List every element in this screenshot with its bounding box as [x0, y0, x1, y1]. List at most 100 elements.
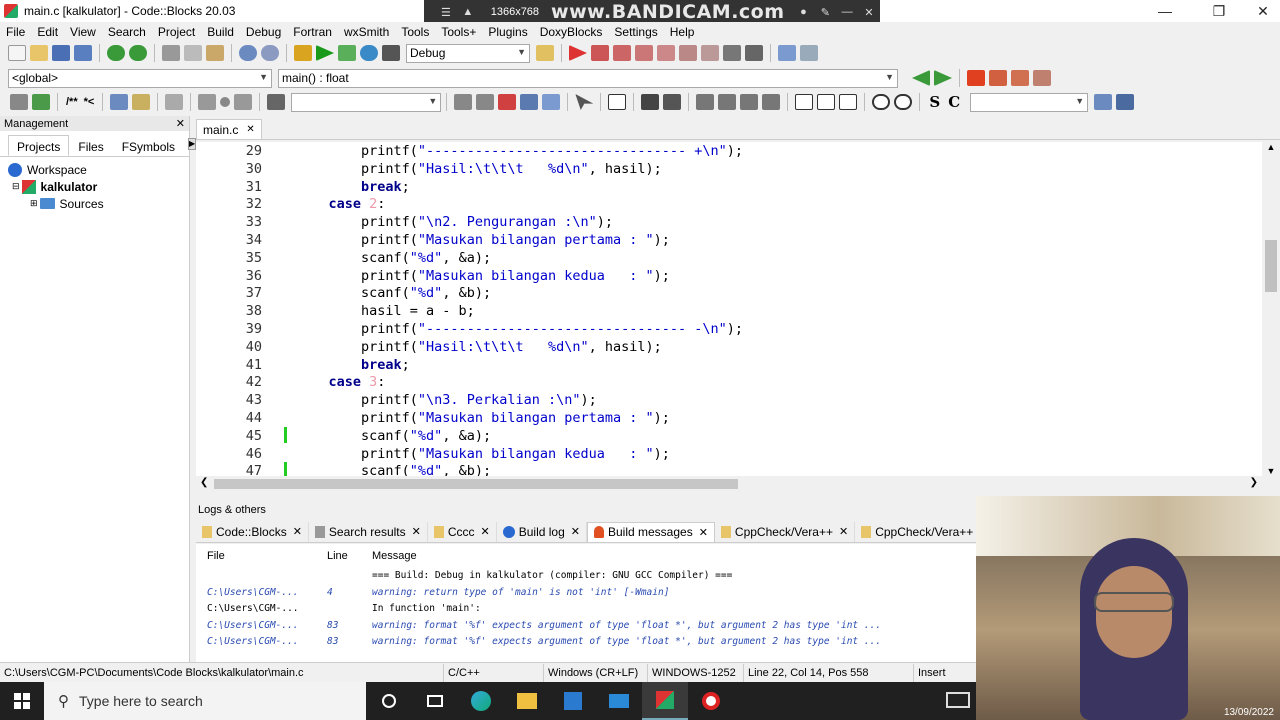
menu-settings[interactable]: Settings — [608, 25, 663, 39]
code-line[interactable]: 38 hasil = a - b; — [196, 302, 1256, 320]
menu-build[interactable]: Build — [201, 25, 240, 39]
panel-icon[interactable] — [641, 94, 660, 110]
vertical-scroll-thumb[interactable] — [1265, 240, 1277, 292]
box-1-icon[interactable] — [795, 94, 814, 110]
close-icon[interactable]: ✕ — [861, 6, 877, 19]
find-icon[interactable] — [239, 45, 257, 61]
symbol-select[interactable]: ▼ — [970, 92, 1089, 112]
menu-view[interactable]: View — [64, 25, 102, 39]
code-line[interactable]: 43 printf("\n3. Perkalian :\n"); — [196, 391, 1256, 409]
toggle-bookmark-icon[interactable] — [967, 70, 985, 86]
pencil-icon[interactable]: ✎ — [817, 6, 833, 19]
tab-scroll-right-icon[interactable]: ▶ — [188, 138, 197, 150]
jump-forward-icon[interactable] — [934, 70, 952, 86]
prev-bookmark-icon[interactable] — [989, 70, 1007, 86]
various-info-icon[interactable] — [800, 45, 818, 61]
scope-select[interactable]: <global> ▼ — [8, 68, 272, 88]
menu-doxyblocks[interactable]: DoxyBlocks — [534, 25, 609, 39]
chm-docs-icon[interactable] — [132, 94, 151, 110]
step-out-icon[interactable] — [657, 45, 675, 61]
tab-build-log[interactable]: Build log ✕ — [497, 521, 587, 542]
block-comment-icon[interactable]: /** — [66, 96, 78, 108]
tree-workspace[interactable]: Workspace — [8, 161, 189, 178]
close-icon[interactable]: ✕ — [481, 525, 490, 538]
next-line-icon[interactable] — [613, 45, 631, 61]
layout-2-icon[interactable] — [718, 94, 737, 110]
code-line[interactable]: 33 printf("\n2. Pengurangan :\n"); — [196, 213, 1256, 231]
tab-cccc[interactable]: Cccc ✕ — [428, 521, 497, 542]
symbol-search-icon[interactable] — [1094, 94, 1113, 110]
back-icon[interactable] — [454, 94, 473, 110]
code-line[interactable]: 32 case 2: — [196, 195, 1256, 213]
menu-tools-plus[interactable]: Tools+ — [435, 25, 482, 39]
minimize-icon[interactable]: — — [839, 6, 855, 18]
tab-build-messages[interactable]: Build messages ✕ — [586, 521, 715, 542]
dot-icon[interactable] — [220, 97, 231, 107]
tab-main-c[interactable]: main.c ✕ — [196, 119, 262, 139]
code-line[interactable]: 45 scanf("%d", &a); — [196, 427, 1256, 445]
box-2-icon[interactable] — [817, 94, 836, 110]
doxywizard-icon[interactable] — [10, 94, 28, 110]
code-line[interactable]: 35 scanf("%d", &a); — [196, 249, 1256, 267]
column-line[interactable]: Line — [327, 548, 348, 564]
keyboard-icon[interactable] — [946, 692, 970, 708]
scroll-left-icon[interactable]: ❮ — [200, 477, 208, 488]
record-icon[interactable] — [267, 94, 286, 110]
zoom-in-icon[interactable] — [872, 94, 891, 110]
debug-continue-icon[interactable] — [569, 45, 587, 61]
macro-select[interactable]: ▼ — [291, 92, 442, 112]
frame-icon[interactable] — [608, 94, 627, 110]
menu-file[interactable]: File — [0, 25, 31, 39]
code-editor[interactable]: 29 printf("-----------------------------… — [196, 142, 1280, 476]
bandicam-taskbar-button[interactable] — [688, 682, 734, 720]
minimize-button[interactable]: — — [1142, 0, 1188, 22]
step-into-instruction-icon[interactable] — [701, 45, 719, 61]
next-icon[interactable] — [234, 94, 253, 110]
close-icon[interactable]: ✕ — [412, 525, 421, 538]
wrench-icon[interactable] — [165, 94, 184, 110]
run-icon[interactable] — [316, 45, 334, 61]
tree-project[interactable]: ⊟ kalkulator — [8, 178, 189, 195]
prev-icon[interactable] — [198, 94, 217, 110]
menu-edit[interactable]: Edit — [31, 25, 64, 39]
mail-button[interactable] — [596, 682, 642, 720]
select-icon[interactable] — [575, 94, 594, 110]
maximize-button[interactable]: ❐ — [1196, 0, 1242, 22]
build-target-select[interactable]: Debug ▼ — [406, 43, 530, 63]
code-line[interactable]: 47 scanf("%d", &b); — [196, 462, 1256, 476]
paste-icon[interactable] — [206, 45, 224, 61]
tab-cppcheck-2[interactable]: CppCheck/Vera++ — [855, 521, 981, 542]
scroll-up-icon[interactable]: ▲ — [1262, 142, 1280, 152]
close-icon[interactable]: ✕ — [699, 526, 708, 539]
menu-wxsmith[interactable]: wxSmith — [338, 25, 395, 39]
replace-icon[interactable] — [261, 45, 279, 61]
cut-icon[interactable] — [162, 45, 180, 61]
show-target-dialog-icon[interactable] — [536, 45, 554, 61]
new-file-icon[interactable] — [8, 45, 26, 61]
abort-icon[interactable] — [382, 45, 400, 61]
redo-icon[interactable] — [129, 45, 147, 61]
next-bookmark-icon[interactable] — [1011, 70, 1029, 86]
task-view-button[interactable] — [412, 682, 458, 720]
editor-horizontal-scrollbar[interactable]: ❮ ❯ — [196, 476, 1262, 492]
tab-search-results[interactable]: Search results ✕ — [309, 521, 428, 542]
code-line[interactable]: 30 printf("Hasil:\t\t\t %d\n", hasil); — [196, 160, 1256, 178]
open-file-icon[interactable] — [30, 45, 48, 61]
horizontal-scroll-thumb[interactable] — [214, 479, 738, 489]
menu-tools[interactable]: Tools — [395, 25, 435, 39]
log-row[interactable]: C:\Users\CGM-... 83 warning: format '%f' e… — [196, 634, 976, 650]
tab-codeblocks-log[interactable]: Code::Blocks ✕ — [196, 521, 309, 542]
store-button[interactable] — [550, 682, 596, 720]
s-icon[interactable]: S — [929, 93, 940, 111]
menu-search[interactable]: Search — [102, 25, 152, 39]
close-icon[interactable]: ✕ — [293, 525, 302, 538]
code-line[interactable]: 41 break; — [196, 356, 1256, 374]
camera-icon[interactable]: ● — [796, 6, 812, 18]
save-all-icon[interactable] — [74, 45, 92, 61]
cortana-button[interactable] — [366, 682, 412, 720]
start-button[interactable] — [0, 682, 44, 720]
taskbar-search-box[interactable]: ⚲ Type here to search — [44, 682, 366, 720]
debug-windows-icon[interactable] — [778, 45, 796, 61]
expand-icon[interactable]: ⊞ — [30, 198, 38, 209]
rebuild-icon[interactable] — [360, 45, 378, 61]
